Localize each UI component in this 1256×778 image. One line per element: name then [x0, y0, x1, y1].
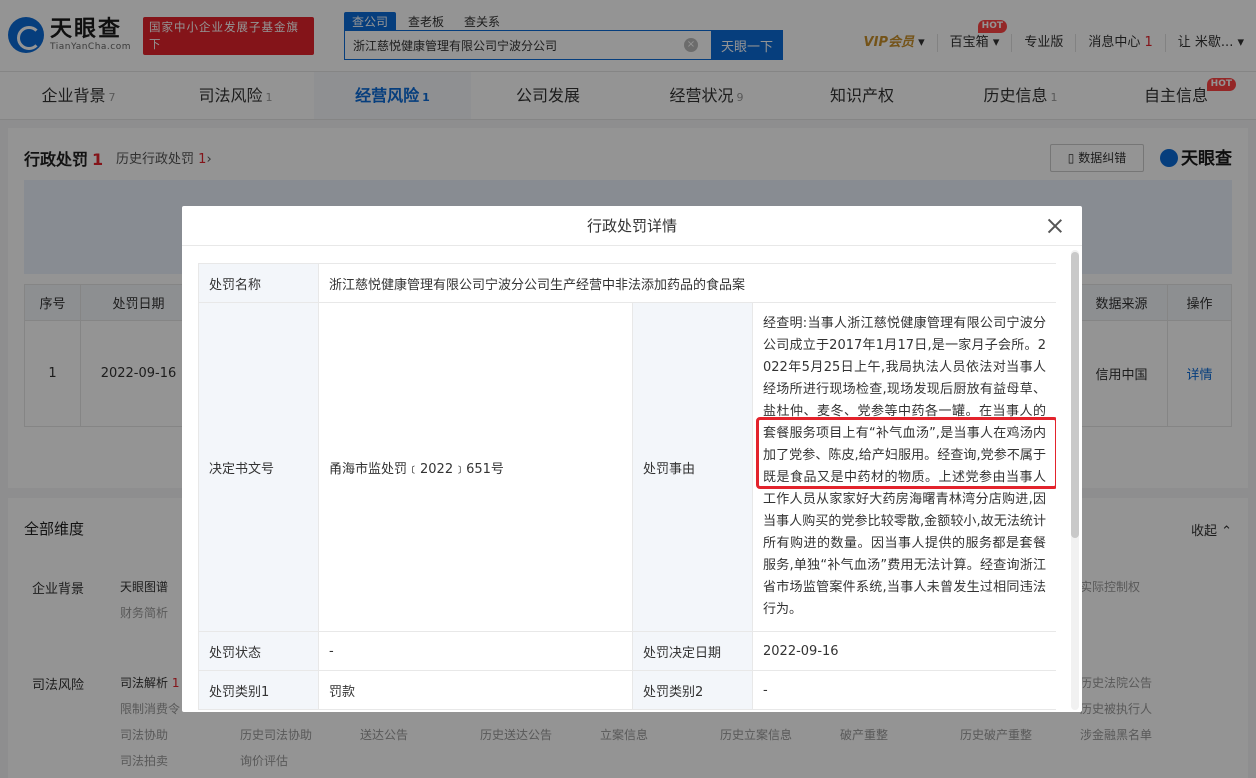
value-penalty-type1: 罚款 — [318, 670, 633, 710]
value-doc-number: 甬海市监处罚﹝2022﹞651号 — [318, 302, 633, 632]
label-penalty-type2: 处罚类别2 — [632, 670, 753, 710]
value-decision-date: 2022-09-16 — [752, 631, 1056, 671]
label-penalty-type1: 处罚类别1 — [198, 670, 319, 710]
penalty-detail-modal: 行政处罚详情 处罚名称 浙江慈悦健康管理有限公司宁波分公司生产经营中非法添加药品… — [182, 206, 1082, 712]
value-penalty-type2: - — [752, 670, 1056, 710]
scrollbar-thumb[interactable] — [1071, 252, 1079, 538]
modal-title: 行政处罚详情 — [586, 217, 677, 235]
close-icon[interactable] — [1046, 217, 1064, 235]
value-penalty-name: 浙江慈悦健康管理有限公司宁波分公司生产经营中非法添加药品的食品案 — [318, 263, 1056, 303]
modal-scrollbar[interactable] — [1071, 250, 1079, 710]
modal-body: 处罚名称 浙江慈悦健康管理有限公司宁波分公司生产经营中非法添加药品的食品案 决定… — [198, 263, 1056, 712]
value-penalty-reason: 经查明:当事人浙江慈悦健康管理有限公司宁波分公司成立于2017年1月17日,是一… — [752, 302, 1056, 632]
label-decision-date: 处罚决定日期 — [632, 631, 753, 671]
penalty-detail-table: 处罚名称 浙江慈悦健康管理有限公司宁波分公司生产经营中非法添加药品的食品案 决定… — [198, 263, 1056, 710]
label-doc-number: 决定书文号 — [198, 302, 319, 632]
value-penalty-status: - — [318, 631, 633, 671]
label-penalty-reason: 处罚事由 — [632, 302, 753, 632]
label-penalty-name: 处罚名称 — [198, 263, 319, 303]
modal-header: 行政处罚详情 — [182, 206, 1082, 246]
label-penalty-status: 处罚状态 — [198, 631, 319, 671]
